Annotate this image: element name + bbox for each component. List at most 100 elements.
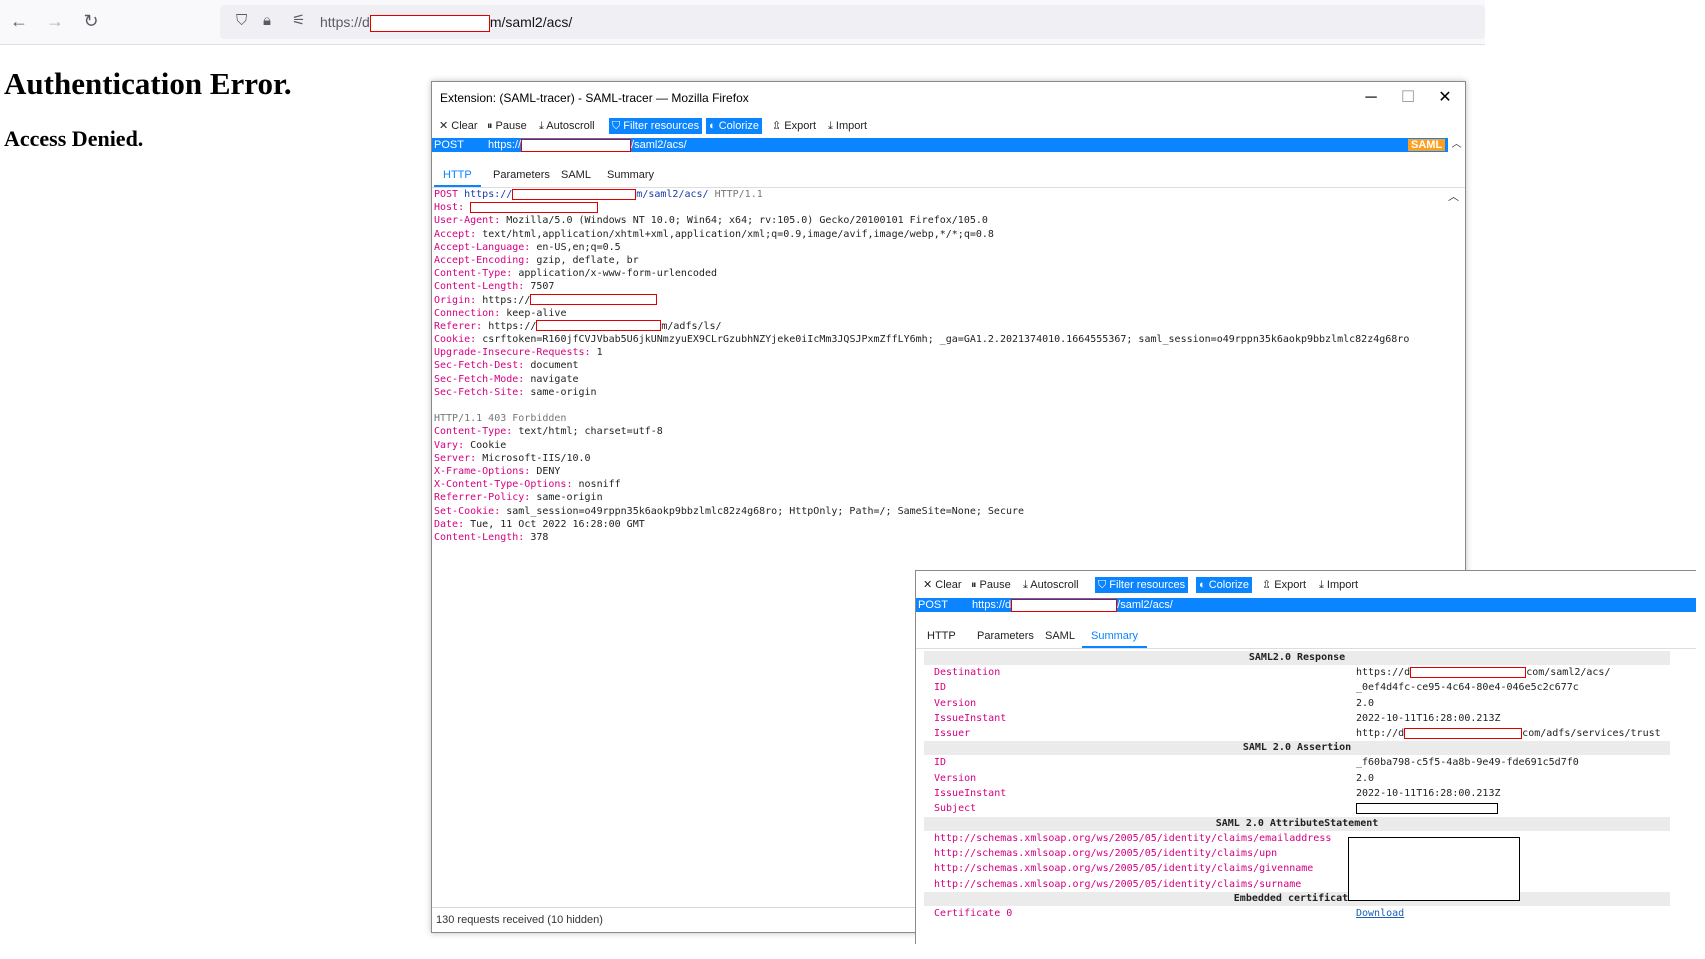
filter-resources-button[interactable]: ⛉ Filter resources	[609, 118, 703, 134]
summary-value: https://d com/saml2/acs/	[1356, 666, 1611, 678]
export-button[interactable]: ⇫ Export	[1259, 577, 1309, 593]
header-line: Sec-Fetch-Site: same-origin	[434, 386, 1409, 399]
tab-http[interactable]: HTTP	[918, 626, 965, 646]
header-key: Content-Type:	[434, 426, 513, 438]
tab-summary[interactable]: Summary	[1082, 626, 1148, 648]
redaction-box	[1011, 598, 1118, 612]
summary-value: _0ef4d4fc-ce95-4c64-80e4-046e5c2c677c	[1356, 682, 1579, 694]
summary-row: Issuer http://d com/adfs/services/trust	[924, 726, 1670, 741]
collapse-chevron-icon[interactable]: ︿	[1448, 138, 1465, 152]
header-line: Sec-Fetch-Dest: document	[434, 359, 1409, 372]
colorize-button[interactable]: ◐ Colorize	[706, 118, 763, 134]
forward-arrow-icon[interactable]: →	[44, 10, 66, 32]
redaction-box	[1404, 727, 1523, 739]
summary-key: Version	[934, 697, 977, 709]
header-key: Server:	[434, 452, 477, 464]
autoscroll-button[interactable]: ⤓ Autoscroll	[536, 118, 598, 134]
reload-icon[interactable]: ↻	[80, 10, 102, 32]
header-value: Mozilla/5.0 (Windows NT 10.0; Win64; x64…	[506, 215, 988, 227]
header-line: Sec-Fetch-Mode: navigate	[434, 373, 1409, 386]
header-line: Accept-Encoding: gzip, deflate, br	[434, 254, 1409, 267]
header-value: Cookie	[470, 439, 507, 451]
tab-saml[interactable]: SAML	[1036, 626, 1084, 646]
pause-button[interactable]: ⏸ Pause	[484, 118, 530, 134]
import-button[interactable]: ⤓ Import	[825, 118, 870, 134]
browser-toolbar: ← → ↻ ⛉ 🔒︎ ⚟ https://d m/saml2/acs/	[0, 0, 1485, 45]
redaction-box	[536, 320, 662, 332]
shield-icon[interactable]: ⛉	[236, 11, 247, 31]
summary-value: 2022-10-11T16:28:00.213Z	[1356, 788, 1501, 800]
header-key: Sec-Fetch-Dest:	[434, 360, 525, 372]
tracer-toolbar: ✕ Clear ⏸ Pause ⤓ Autoscroll ⛉ Filter re…	[916, 575, 1696, 595]
header-key: X-Content-Type-Options:	[434, 479, 573, 491]
tab-summary[interactable]: Summary	[598, 165, 663, 185]
lock-icon[interactable]: 🔒︎	[263, 11, 271, 31]
tab-http[interactable]: HTTP	[434, 165, 481, 187]
header-value: navigate	[530, 373, 579, 385]
redaction-box	[1410, 666, 1527, 678]
header-key: Referer:	[434, 320, 483, 332]
header-key: Host:	[434, 202, 465, 214]
summary-key: http://schemas.xmlsoap.org/ws/2005/05/id…	[934, 878, 1302, 890]
section-header: Embedded certificates	[924, 891, 1670, 906]
colorize-button[interactable]: ◐ Colorize	[1196, 577, 1253, 593]
header-value: 7507	[530, 281, 555, 293]
summary-key: IssueInstant	[934, 712, 1007, 724]
header-line: Accept-Language: en-US,en;q=0.5	[434, 241, 1409, 254]
tab-parameters[interactable]: Parameters	[484, 165, 559, 185]
request-row[interactable]: POST https:// /saml2/acs/ SAML ︿	[432, 138, 1465, 152]
filter-resources-button[interactable]: ⛉ Filter resources	[1095, 577, 1189, 593]
header-key: Connection:	[434, 307, 501, 319]
pause-button[interactable]: ⏸ Pause	[968, 577, 1014, 593]
clear-button[interactable]: ✕ Clear	[436, 118, 481, 134]
summary-row: ID _0ef4d4fc-ce95-4c64-80e4-046e5c2c677c	[924, 680, 1670, 695]
header-line: User-Agent: Mozilla/5.0 (Windows NT 10.0…	[434, 214, 1409, 227]
redaction-box	[530, 294, 658, 305]
header-line: Content-Length: 7507	[434, 280, 1409, 293]
clear-button[interactable]: ✕ Clear	[920, 577, 965, 593]
header-line: Vary: Cookie	[434, 439, 1409, 452]
header-key: Vary:	[434, 439, 465, 451]
autoscroll-button[interactable]: ⤓ Autoscroll	[1020, 577, 1082, 593]
summary-key: Destination	[934, 667, 1001, 678]
permissions-icon[interactable]: ⚟	[292, 11, 305, 31]
header-key: Sec-Fetch-Site:	[434, 386, 525, 398]
redaction-box	[470, 201, 599, 213]
export-button[interactable]: ⇫ Export	[769, 118, 819, 134]
section-header: SAML 2.0 AttributeStatement	[924, 816, 1670, 831]
header-value: same-origin	[530, 386, 597, 398]
attribute-row: http://schemas.xmlsoap.org/ws/2005/05/id…	[924, 877, 1670, 892]
request-row[interactable]: POST https://d/saml2/acs/	[916, 598, 1696, 612]
summary-value: http://d com/adfs/services/trust	[1356, 727, 1661, 740]
header-key: Content-Length:	[434, 531, 525, 543]
download-link[interactable]: Download	[1356, 908, 1404, 919]
import-button[interactable]: ⤓ Import	[1316, 577, 1361, 593]
saml-summary: SAML2.0 Response Destination https://d com…	[924, 651, 1670, 921]
summary-key: IssueInstant	[934, 788, 1007, 800]
close-icon[interactable]: ✕	[1430, 85, 1460, 111]
header-key: Referrer-Policy:	[434, 492, 531, 504]
tab-parameters[interactable]: Parameters	[968, 626, 1043, 646]
request-method: POST	[434, 139, 464, 151]
header-line: X-Frame-Options: DENY	[434, 465, 1409, 478]
header-value-tail: m/adfs/ls/	[661, 320, 722, 332]
summary-row: Version 2.0	[924, 696, 1670, 711]
tab-saml[interactable]: SAML	[552, 165, 600, 185]
response-headers: Content-Type: text/html; charset=utf-8 Va…	[434, 425, 1409, 544]
scroll-up-icon[interactable]: ︿	[1448, 188, 1459, 204]
redaction-box	[521, 138, 632, 152]
page-subheading: Access Denied.	[4, 126, 144, 151]
summary-key: ID	[934, 682, 947, 694]
minimize-icon[interactable]: ─	[1356, 85, 1386, 111]
header-value: document	[530, 360, 579, 372]
tracer-tabs: HTTP Parameters SAML Summary	[916, 626, 1696, 648]
header-key: Origin:	[434, 294, 477, 306]
summary-key: http://schemas.xmlsoap.org/ws/2005/05/id…	[934, 863, 1314, 875]
maximize-icon[interactable]: ☐	[1393, 85, 1423, 111]
request-url-prefix: https://	[488, 139, 522, 151]
url-text[interactable]: https://d m/saml2/acs/	[320, 14, 572, 32]
summary-row: Destination https://d com/saml2/acs/	[924, 665, 1670, 680]
header-line: Upgrade-Insecure-Requests: 1	[434, 346, 1409, 359]
back-arrow-icon[interactable]: ←	[8, 10, 30, 32]
header-key: Accept-Language:	[434, 241, 531, 253]
